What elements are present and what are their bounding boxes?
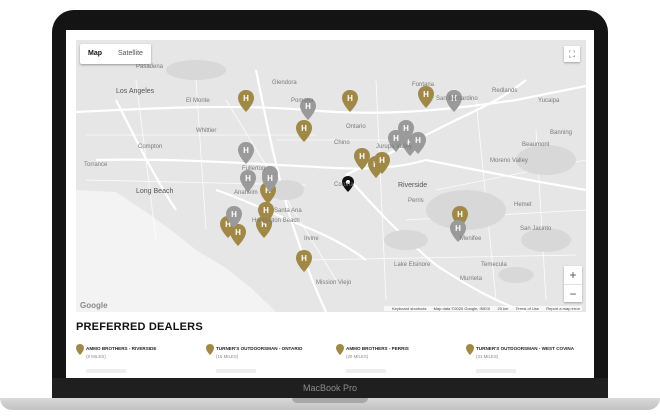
dealer-pin-icon (336, 344, 344, 355)
city-label: Pasadena (136, 64, 164, 70)
dealer-name[interactable]: AMMO BROTHERS - RIVERSIDE (86, 346, 156, 351)
city-label: Anaheim (234, 190, 258, 196)
dealer-pin-icon (206, 344, 214, 355)
city-label: Redlands (492, 88, 518, 94)
city-label: Los Angeles (116, 88, 155, 95)
city-label: Lake Elsinore (394, 262, 431, 268)
city-label: Ontario (346, 124, 366, 130)
city-label: Riverside (398, 182, 428, 189)
marker-label: H (423, 90, 429, 99)
marker-label: H (231, 210, 237, 219)
city-label: Perris (408, 198, 424, 204)
city-label: Santa Ana (274, 208, 302, 214)
map-type-control: Map Satellite (80, 44, 151, 64)
laptop-notch (292, 398, 368, 403)
city-label: Jurupa Valley (376, 144, 412, 150)
map-attribution: Keyboard shortcuts Map data ©2020 Google… (384, 306, 582, 311)
dealer-distance: (8 MILES) (86, 354, 106, 359)
dealer-distance: (31 MILES) (476, 354, 499, 359)
dealer-details-placeholder (216, 369, 256, 373)
marker-label: H (301, 124, 307, 133)
zoom-out-button[interactable]: − (564, 284, 582, 303)
marker-label: H (263, 206, 269, 215)
map-base: HHHHHHHHHHHHHHHHHHHHHHHHHH (76, 40, 586, 312)
marker-label: H (455, 224, 461, 233)
city-label: San Bernardino (436, 96, 478, 102)
map-scale: 20 km (497, 306, 509, 311)
keyboard-shortcuts-link[interactable]: Keyboard shortcuts (392, 306, 426, 311)
city-label: Fullerton (242, 166, 266, 172)
city-label: Irvine (304, 236, 319, 242)
dealer-details-placeholder (86, 369, 126, 373)
dealer-distance: (15 MILES) (216, 354, 239, 359)
city-label: Menifee (460, 236, 482, 242)
marker-label: H (379, 156, 385, 165)
city-label: Huntington Beach (252, 218, 300, 224)
dealer-distance: (20 MILES) (346, 354, 369, 359)
dealer-details-placeholder (346, 369, 386, 373)
dealer-pin-icon (76, 344, 84, 355)
city-label: Chino (334, 140, 350, 146)
city-label: Compton (138, 144, 163, 150)
city-label: Beaumont (522, 142, 550, 148)
google-logo: Google (80, 301, 108, 310)
city-label: Glendora (272, 80, 297, 86)
map-data-text: Map data ©2020 Google, INEGI (433, 306, 491, 311)
marker-label: H (245, 174, 251, 183)
dealer-name[interactable]: AMMO BROTHERS - PERRIS (346, 346, 409, 351)
city-label: Whittier (196, 128, 217, 134)
browser-viewport: HHHHHHHHHHHHHHHHHHHHHHHHHH Los Angeles P… (66, 30, 594, 382)
map-footer: Google Keyboard shortcuts Map data ©2020… (76, 301, 586, 312)
zoom-control: + − (564, 266, 582, 302)
dealer-details-placeholder (476, 369, 516, 373)
marker-label: H (403, 124, 409, 133)
map-type-satellite-button[interactable]: Satellite (110, 44, 151, 64)
dealer-name[interactable]: TURNER'S OUTDOORSMAN - WEST COVINA (476, 346, 574, 351)
marker-label: H (267, 174, 273, 183)
dealer-map[interactable]: HHHHHHHHHHHHHHHHHHHHHHHHHH Los Angeles P… (76, 40, 586, 312)
zoom-in-button[interactable]: + (564, 266, 582, 284)
city-label: San Jacinto (520, 226, 552, 232)
city-label: Mission Viejo (316, 280, 352, 286)
city-label: Hemet (514, 202, 532, 208)
city-label: Torrance (84, 162, 108, 168)
marker-label: H (301, 254, 307, 263)
city-label: El Monte (186, 98, 210, 104)
city-label: Fontana (412, 82, 435, 88)
city-label: Moreno Valley (490, 158, 528, 164)
marker-label: H (243, 146, 249, 155)
report-error-link[interactable]: Report a map error (546, 306, 580, 311)
fullscreen-icon[interactable]: ⛶ (564, 46, 580, 62)
marker-label: H (393, 134, 399, 143)
city-label: Long Beach (136, 188, 174, 195)
terms-link[interactable]: Terms of Use (516, 306, 540, 311)
city-label: Yucaipa (538, 98, 560, 104)
preferred-dealers-title: PREFERRED DEALERS (76, 321, 203, 333)
marker-label: H (457, 210, 463, 219)
map-type-map-button[interactable]: Map (80, 44, 110, 64)
device-brand: MacBook Pro (302, 383, 358, 393)
city-label: Corona (334, 182, 354, 188)
marker-label: H (243, 94, 249, 103)
city-label: Pomona (291, 98, 314, 104)
marker-label: H (347, 94, 353, 103)
city-label: Murrieta (460, 276, 483, 282)
city-label: Banning (550, 130, 573, 136)
marker-label: H (415, 136, 421, 145)
marker-label: H (359, 152, 365, 161)
marker-label: H (235, 228, 241, 237)
dealer-pin-icon (466, 344, 474, 355)
city-label: Temecula (481, 262, 507, 268)
dealer-name[interactable]: TURNER'S OUTDOORSMAN - ONTARIO (216, 346, 303, 351)
